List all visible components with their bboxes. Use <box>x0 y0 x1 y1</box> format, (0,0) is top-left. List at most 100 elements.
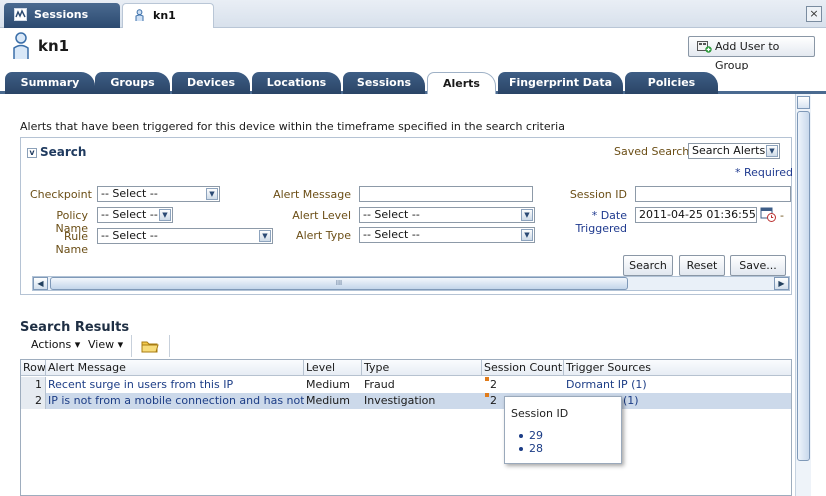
alert-message-input[interactable] <box>359 186 533 202</box>
alert-type-label: Alert Type <box>296 229 351 242</box>
column-header-alert-message[interactable]: Alert Message <box>46 360 304 376</box>
date-triggered-label: * Date Triggered <box>575 209 627 235</box>
trigger-sources-link[interactable]: Dormant IP (1) <box>564 377 791 393</box>
level-cell: Medium <box>306 394 350 407</box>
search-results-title: Search Results <box>20 320 130 335</box>
tab-devices[interactable]: Devices <box>172 72 250 94</box>
session-count-cell[interactable]: 2 <box>488 377 564 393</box>
alert-level-select[interactable]: -- Select -- ▼ <box>359 207 535 223</box>
policy-name-value: -- Select -- <box>101 208 158 221</box>
add-user-to-group-button[interactable]: Add User to Group <box>688 36 815 72</box>
top-tab-kn1[interactable]: kn1 <box>122 3 214 28</box>
type-cell: Fraud <box>364 378 395 391</box>
column-header-session-count[interactable]: Session Count <box>482 360 564 376</box>
top-tab-sessions[interactable]: Sessions <box>4 3 120 28</box>
chevron-down-icon: ▼ <box>159 209 171 221</box>
view-menu[interactable]: View ▾ <box>88 338 123 351</box>
close-icon[interactable]: × <box>806 6 822 22</box>
tab-bar: Summary Groups Devices Locations Session… <box>0 70 826 94</box>
search-button[interactable]: Search <box>623 255 673 276</box>
row-number: 2 <box>21 393 46 409</box>
column-header-level[interactable]: Level <box>304 360 362 376</box>
tab-groups[interactable]: Groups <box>95 72 170 94</box>
column-header-row[interactable]: Row <box>21 360 46 376</box>
top-tab-sessions-label: Sessions <box>34 8 89 21</box>
chevron-down-icon: ▼ <box>766 145 778 157</box>
chevron-down-icon: ▼ <box>521 229 533 241</box>
tab-locations[interactable]: Locations <box>252 72 341 94</box>
chevron-down-icon: ▼ <box>521 209 533 221</box>
saved-search-label: Saved Search <box>614 145 690 158</box>
actions-menu-label: Actions <box>31 338 72 351</box>
right-gutter <box>811 94 826 496</box>
rule-name-select[interactable]: -- Select -- ▼ <box>97 228 273 244</box>
tab-alerts[interactable]: Alerts <box>427 72 496 94</box>
scroll-left-button[interactable]: ◀ <box>33 277 48 290</box>
tab-policies[interactable]: Policies <box>625 72 718 94</box>
rule-name-value: -- Select -- <box>101 229 158 242</box>
type-cell: Investigation <box>364 394 436 407</box>
save-search-button[interactable]: Save... <box>730 255 786 276</box>
chevron-down-icon[interactable]: v <box>27 148 37 158</box>
session-id-link[interactable]: 29 <box>519 429 543 442</box>
column-header-type[interactable]: Type <box>362 360 482 376</box>
sessions-icon <box>14 8 27 21</box>
saved-search-value: Search Alerts <box>692 144 766 157</box>
column-header-trigger-sources[interactable]: Trigger Sources <box>564 360 791 376</box>
session-id-link[interactable]: 28 <box>519 442 543 455</box>
vertical-scrollbar[interactable] <box>795 94 811 496</box>
checkpoint-value: -- Select -- <box>101 187 158 200</box>
page-title: kn1 <box>38 37 70 55</box>
page-header: kn1 Add User to Group <box>0 28 826 72</box>
trigger-sources-link[interactable]: (1) <box>621 393 791 409</box>
policy-name-select[interactable]: -- Select -- ▼ <box>97 207 173 223</box>
alert-message-link[interactable]: IP is not from a mobile connection and h… <box>46 393 304 409</box>
saved-search-select[interactable]: Search Alerts ▼ <box>688 143 780 159</box>
top-tab-strip: Sessions kn1 × <box>0 0 826 28</box>
required-note: * Required <box>735 166 793 179</box>
actions-menu[interactable]: Actions ▾ <box>31 338 80 351</box>
session-id-label: Session ID <box>569 188 627 201</box>
folder-icon[interactable] <box>141 339 159 353</box>
chevron-down-icon: ▾ <box>74 338 81 351</box>
alert-type-value: -- Select -- <box>363 228 420 241</box>
chevron-down-icon: ▼ <box>206 188 218 200</box>
toolbar-divider <box>131 335 132 357</box>
chevron-down-icon: ▼ <box>259 230 271 242</box>
toolbar-divider <box>169 335 170 357</box>
search-title: Search <box>40 145 87 159</box>
horizontal-scrollbar[interactable]: ◀ III ▶ <box>32 276 790 291</box>
alert-message-link[interactable]: Recent surge in users from this IP <box>46 377 304 393</box>
rule-name-label: Rule Name <box>55 230 88 256</box>
alerts-description: Alerts that have been triggered for this… <box>20 120 565 133</box>
alert-message-label: Alert Message <box>273 188 351 201</box>
alert-level-label: Alert Level <box>292 209 351 222</box>
user-icon <box>135 9 144 21</box>
alert-type-select[interactable]: -- Select -- ▼ <box>359 227 535 243</box>
level-cell: Medium <box>306 378 350 391</box>
date-triggered-input[interactable]: 2011-04-25 01:36:55 PM <box>635 207 757 223</box>
reset-button[interactable]: Reset <box>679 255 725 276</box>
date-range-dash: - <box>780 209 784 222</box>
scroll-thumb[interactable]: III <box>50 277 628 290</box>
row-number: 1 <box>21 377 46 393</box>
checkpoint-select[interactable]: -- Select -- ▼ <box>97 186 220 202</box>
tab-fingerprint-data[interactable]: Fingerprint Data <box>498 72 623 94</box>
scroll-right-button[interactable]: ▶ <box>774 277 789 290</box>
add-user-icon <box>697 41 712 53</box>
add-user-to-group-label: Add User to Group <box>715 40 780 72</box>
user-icon <box>13 32 29 59</box>
tab-sessions[interactable]: Sessions <box>343 72 425 94</box>
session-id-input[interactable] <box>635 186 791 202</box>
tab-summary[interactable]: Summary <box>5 72 95 94</box>
checkpoint-label: Checkpoint <box>30 188 92 201</box>
alert-level-value: -- Select -- <box>363 208 420 221</box>
popup-title: Session ID <box>511 407 569 420</box>
scroll-up-button[interactable] <box>797 96 810 109</box>
calendar-icon[interactable] <box>760 206 777 223</box>
search-section-header[interactable]: v Search <box>27 145 86 159</box>
view-menu-label: View <box>88 338 115 351</box>
scroll-thumb[interactable] <box>797 111 810 461</box>
top-tab-kn1-label: kn1 <box>153 9 176 22</box>
chevron-down-icon: ▾ <box>117 338 124 351</box>
